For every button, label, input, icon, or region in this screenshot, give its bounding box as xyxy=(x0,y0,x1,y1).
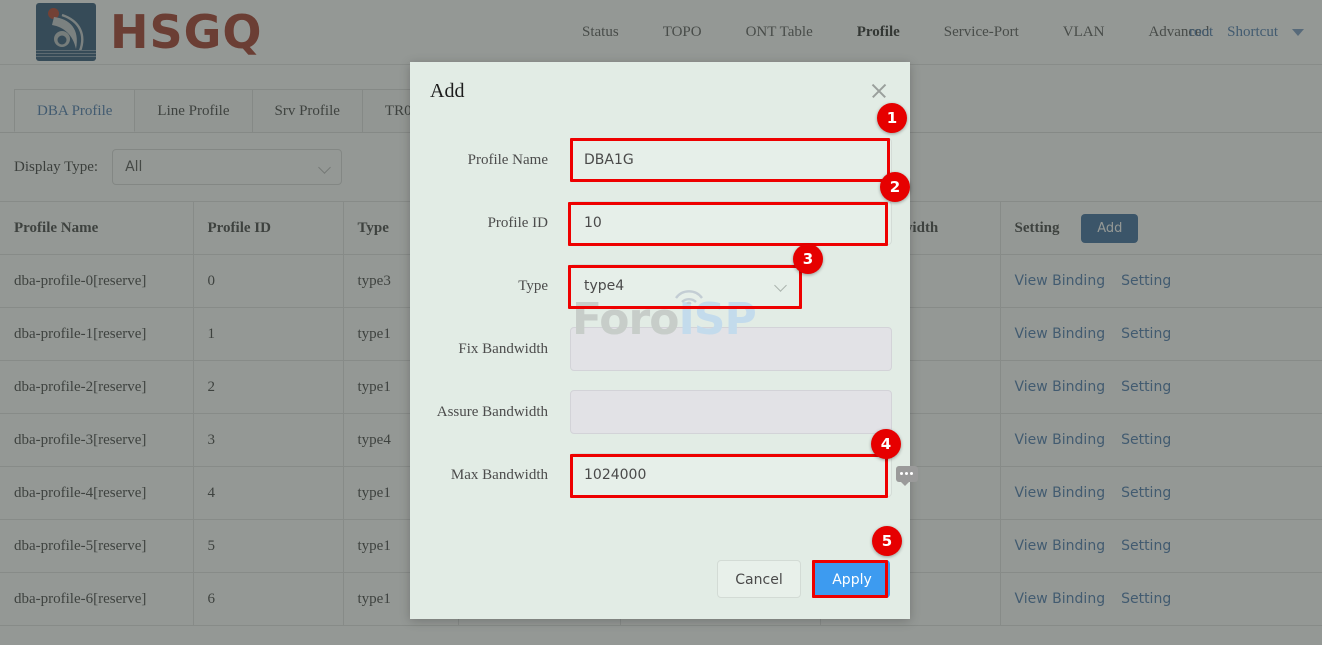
input-profile-id[interactable]: 10 xyxy=(570,201,892,245)
close-icon[interactable] xyxy=(870,82,888,100)
badge-step-1: 1 xyxy=(877,103,907,133)
dialog-title: Add xyxy=(430,80,465,102)
label-fix-bandwidth: Fix Bandwidth xyxy=(458,341,548,357)
field-row-fix-bandwidth: Fix Bandwidth xyxy=(410,327,910,371)
label-profile-id: Profile ID xyxy=(487,215,548,231)
field-row-type: Type type4 xyxy=(410,264,910,308)
input-max-bandwidth[interactable]: 1024000 xyxy=(570,453,892,497)
label-type: Type xyxy=(518,278,548,294)
field-row-profile-id: Profile ID 10 xyxy=(410,201,910,245)
input-profile-name[interactable]: DBA1G xyxy=(570,138,892,182)
ellipsis-dots xyxy=(900,472,913,475)
input-fix-bandwidth xyxy=(570,327,892,371)
field-row-assure-bandwidth: Assure Bandwidth xyxy=(410,390,910,434)
apply-button[interactable]: Apply xyxy=(814,560,890,598)
chevron-down-icon xyxy=(774,279,787,292)
select-type[interactable]: type4 xyxy=(570,264,800,308)
label-max-bandwidth: Max Bandwidth xyxy=(450,467,548,483)
cancel-button[interactable]: Cancel xyxy=(717,560,801,598)
badge-step-5: 5 xyxy=(872,526,902,556)
badge-step-4: 4 xyxy=(871,429,901,459)
label-assure-bandwidth: Assure Bandwidth xyxy=(436,404,548,420)
label-profile-name: Profile Name xyxy=(467,152,548,168)
field-row-profile-name: Profile Name DBA1G xyxy=(410,138,910,182)
badge-step-3: 3 xyxy=(793,244,823,274)
field-row-max-bandwidth: Max Bandwidth 1024000 xyxy=(410,453,910,497)
badge-step-2: 2 xyxy=(880,172,910,202)
input-assure-bandwidth xyxy=(570,390,892,434)
more-options-tooltip-icon[interactable] xyxy=(896,466,918,486)
add-dba-profile-dialog: Add Profile Name DBA1G Profile ID 10 Typ… xyxy=(410,62,910,619)
select-type-value: type4 xyxy=(584,278,625,294)
app-root: HSGQ Status TOPO ONT Table Profile Servi… xyxy=(0,0,1322,645)
